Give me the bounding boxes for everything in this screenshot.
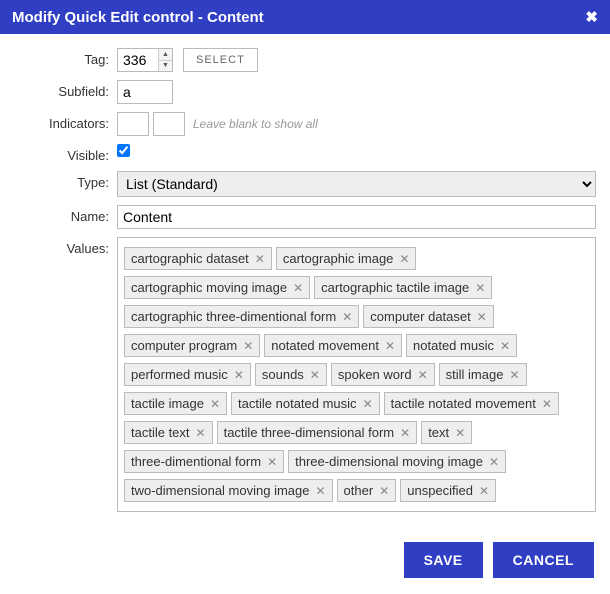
value-tag[interactable]: three-dimensional moving image ✕ xyxy=(288,450,506,473)
indicators-label: Indicators: xyxy=(14,112,117,131)
tag-step-down[interactable]: ▼ xyxy=(158,61,172,72)
value-tag[interactable]: still image ✕ xyxy=(439,363,527,386)
remove-tag-icon[interactable]: ✕ xyxy=(363,397,373,411)
visible-label: Visible: xyxy=(14,144,117,163)
tag-step-up[interactable]: ▲ xyxy=(158,49,172,61)
value-tag-label: notated music xyxy=(413,338,494,353)
value-tag-label: cartographic image xyxy=(283,251,394,266)
cancel-button[interactable]: CANCEL xyxy=(493,542,594,578)
value-tag[interactable]: other ✕ xyxy=(337,479,397,502)
remove-tag-icon[interactable]: ✕ xyxy=(293,281,303,295)
remove-tag-icon[interactable]: ✕ xyxy=(310,368,320,382)
remove-tag-icon[interactable]: ✕ xyxy=(234,368,244,382)
subfield-input[interactable] xyxy=(117,80,173,104)
dialog-body: Tag: ▲ ▼ SELECT Subfield: Indicators: xyxy=(0,34,610,526)
value-tag[interactable]: tactile image ✕ xyxy=(124,392,227,415)
remove-tag-icon[interactable]: ✕ xyxy=(399,252,409,266)
dialog-footer: SAVE CANCEL xyxy=(0,526,610,594)
remove-tag-icon[interactable]: ✕ xyxy=(400,426,410,440)
value-tag-label: computer program xyxy=(131,338,237,353)
value-tag-label: three-dimentional form xyxy=(131,454,261,469)
remove-tag-icon[interactable]: ✕ xyxy=(385,339,395,353)
remove-tag-icon[interactable]: ✕ xyxy=(500,339,510,353)
dialog: Modify Quick Edit control - Content ✖ Ta… xyxy=(0,0,610,594)
value-tag-label: tactile notated movement xyxy=(391,396,536,411)
remove-tag-icon[interactable]: ✕ xyxy=(196,426,206,440)
value-tag-label: tactile notated music xyxy=(238,396,357,411)
indicator2-input[interactable] xyxy=(153,112,185,136)
remove-tag-icon[interactable]: ✕ xyxy=(455,426,465,440)
value-tag[interactable]: cartographic three-dimentional form ✕ xyxy=(124,305,359,328)
value-tag[interactable]: cartographic dataset ✕ xyxy=(124,247,272,270)
name-input[interactable] xyxy=(117,205,596,229)
value-tag-label: three-dimensional moving image xyxy=(295,454,483,469)
value-tag[interactable]: computer dataset ✕ xyxy=(363,305,494,328)
indicator1-input[interactable] xyxy=(117,112,149,136)
close-icon[interactable]: ✖ xyxy=(585,8,598,26)
value-tag[interactable]: tactile three-dimensional form ✕ xyxy=(217,421,418,444)
value-tag[interactable]: tactile text ✕ xyxy=(124,421,213,444)
select-button[interactable]: SELECT xyxy=(183,48,258,72)
remove-tag-icon[interactable]: ✕ xyxy=(255,252,265,266)
value-tag-label: other xyxy=(344,483,374,498)
name-label: Name: xyxy=(14,205,117,224)
value-tag[interactable]: performed music ✕ xyxy=(124,363,251,386)
value-tag[interactable]: two-dimensional moving image ✕ xyxy=(124,479,333,502)
values-box[interactable]: cartographic dataset ✕ cartographic image ✕… xyxy=(117,237,596,512)
tag-label: Tag: xyxy=(14,48,117,67)
value-tag-label: computer dataset xyxy=(370,309,470,324)
value-tag[interactable]: cartographic tactile image ✕ xyxy=(314,276,492,299)
value-tag-label: sounds xyxy=(262,367,304,382)
value-tag[interactable]: computer program ✕ xyxy=(124,334,260,357)
remove-tag-icon[interactable]: ✕ xyxy=(475,281,485,295)
value-tag-label: tactile image xyxy=(131,396,204,411)
value-tag-label: tactile text xyxy=(131,425,190,440)
value-tag-label: tactile three-dimensional form xyxy=(224,425,395,440)
value-tag[interactable]: notated movement ✕ xyxy=(264,334,402,357)
remove-tag-icon[interactable]: ✕ xyxy=(542,397,552,411)
subfield-label: Subfield: xyxy=(14,80,117,99)
visible-checkbox[interactable] xyxy=(117,144,130,157)
remove-tag-icon[interactable]: ✕ xyxy=(315,484,325,498)
remove-tag-icon[interactable]: ✕ xyxy=(210,397,220,411)
remove-tag-icon[interactable]: ✕ xyxy=(479,484,489,498)
value-tag[interactable]: cartographic image ✕ xyxy=(276,247,417,270)
value-tag-label: cartographic tactile image xyxy=(321,280,469,295)
value-tag-label: performed music xyxy=(131,367,228,382)
value-tag-label: cartographic dataset xyxy=(131,251,249,266)
remove-tag-icon[interactable]: ✕ xyxy=(267,455,277,469)
value-tag-label: cartographic moving image xyxy=(131,280,287,295)
remove-tag-icon[interactable]: ✕ xyxy=(489,455,499,469)
value-tag-label: still image xyxy=(446,367,504,382)
value-tag[interactable]: tactile notated movement ✕ xyxy=(384,392,559,415)
value-tag[interactable]: sounds ✕ xyxy=(255,363,327,386)
value-tag[interactable]: spoken word ✕ xyxy=(331,363,435,386)
value-tag-label: spoken word xyxy=(338,367,412,382)
tag-spinner: ▲ ▼ xyxy=(158,49,172,71)
remove-tag-icon[interactable]: ✕ xyxy=(509,368,519,382)
value-tag[interactable]: three-dimentional form ✕ xyxy=(124,450,284,473)
remove-tag-icon[interactable]: ✕ xyxy=(477,310,487,324)
remove-tag-icon[interactable]: ✕ xyxy=(418,368,428,382)
dialog-title: Modify Quick Edit control - Content xyxy=(12,9,264,26)
type-label: Type: xyxy=(14,171,117,190)
indicator-hint: Leave blank to show all xyxy=(193,117,318,131)
values-label: Values: xyxy=(14,237,117,256)
remove-tag-icon[interactable]: ✕ xyxy=(342,310,352,324)
save-button[interactable]: SAVE xyxy=(404,542,483,578)
value-tag-label: two-dimensional moving image xyxy=(131,483,309,498)
value-tag[interactable]: tactile notated music ✕ xyxy=(231,392,380,415)
value-tag-label: notated movement xyxy=(271,338,379,353)
type-select[interactable]: List (Standard) xyxy=(117,171,596,197)
value-tag-label: text xyxy=(428,425,449,440)
remove-tag-icon[interactable]: ✕ xyxy=(379,484,389,498)
remove-tag-icon[interactable]: ✕ xyxy=(243,339,253,353)
value-tag-label: unspecified xyxy=(407,483,473,498)
value-tag[interactable]: cartographic moving image ✕ xyxy=(124,276,310,299)
value-tag[interactable]: unspecified ✕ xyxy=(400,479,496,502)
value-tag[interactable]: notated music ✕ xyxy=(406,334,517,357)
titlebar: Modify Quick Edit control - Content ✖ xyxy=(0,0,610,34)
value-tag[interactable]: text ✕ xyxy=(421,421,472,444)
value-tag-label: cartographic three-dimentional form xyxy=(131,309,336,324)
